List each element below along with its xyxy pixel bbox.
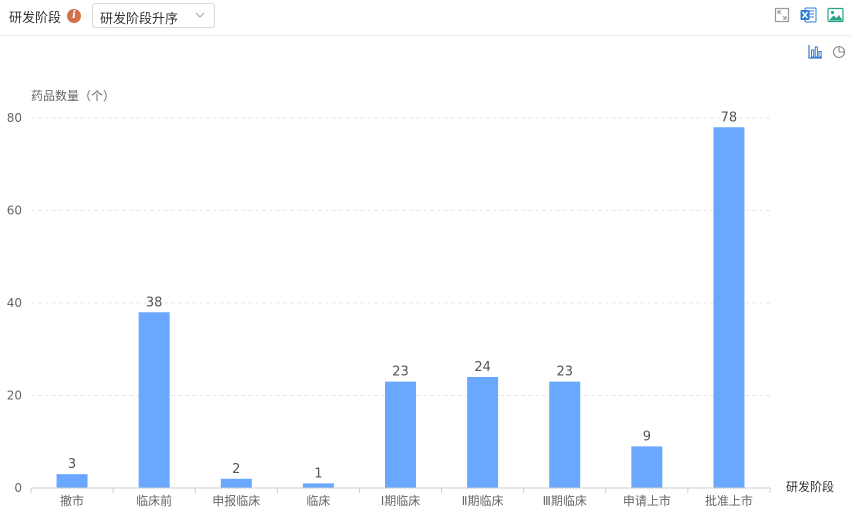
x-tick-label: Ⅰ期临床 — [381, 494, 421, 508]
bars — [56, 127, 745, 488]
bar-chart-icon[interactable] — [808, 44, 823, 59]
bar[interactable] — [385, 381, 416, 488]
data-label: 3 — [68, 457, 76, 472]
bar[interactable] — [549, 381, 581, 488]
x-tick-label: Ⅲ期临床 — [543, 494, 587, 508]
data-label: 24 — [474, 360, 491, 375]
grid-lines — [31, 117, 770, 396]
data-labels: 3 38 2 1 23 24 23 9 78 — [68, 110, 737, 481]
data-label: 23 — [392, 365, 409, 380]
info-icon[interactable]: i — [67, 9, 81, 23]
dimension-label: 研发阶段 — [9, 11, 62, 26]
data-label: 23 — [556, 365, 573, 380]
data-label: 9 — [643, 429, 651, 444]
sort-select-value: 研发阶段升序 — [100, 12, 179, 27]
data-label: 1 — [314, 466, 322, 481]
image-export-icon[interactable] — [827, 7, 844, 23]
y-tick-label: 20 — [7, 389, 22, 403]
x-tick-label: 临床前 — [136, 493, 172, 508]
x-tick-label: 撤市 — [60, 493, 84, 508]
bar[interactable] — [631, 446, 663, 488]
y-tick-label: 0 — [14, 481, 22, 495]
bar[interactable] — [138, 312, 170, 488]
y-axis-title: 药品数量（个） — [31, 88, 115, 103]
data-label: 2 — [232, 462, 240, 477]
chart-toolbar: 研发阶段 i 研发阶段升序 — [0, 0, 851, 36]
y-tick-label: 80 — [7, 111, 22, 125]
x-tick-label: 临床 — [306, 494, 330, 508]
x-axis-title: 研发阶段 — [786, 479, 834, 494]
x-tick-label: Ⅱ期临床 — [462, 494, 504, 508]
fullscreen-icon[interactable] — [774, 7, 790, 23]
bar[interactable] — [713, 127, 745, 488]
pie-chart-icon[interactable] — [832, 44, 847, 59]
axes: 0 20 40 60 80 撤市 临床前 申报临床 临床 Ⅰ期临床 Ⅱ期临床 Ⅲ期临床 申请上市 批准上市 — [7, 111, 771, 508]
x-tick-label: 申请上市 — [623, 493, 671, 508]
chevron-down-icon — [195, 12, 205, 18]
bar-chart: 药品数量（个） 研发阶段 3 38 2 1 23 24 23 9 78 0 20 40 60 80 撤市 临… — [7, 88, 834, 508]
excel-export-icon[interactable] — [800, 7, 817, 23]
bar[interactable] — [220, 478, 252, 488]
y-tick-label: 40 — [7, 296, 22, 310]
data-label: 78 — [721, 110, 738, 125]
data-label: 38 — [146, 295, 163, 310]
sort-select[interactable]: 研发阶段升序 — [92, 3, 215, 28]
bar[interactable] — [467, 377, 499, 488]
x-tick-label: 批准上市 — [705, 493, 753, 508]
y-tick-label: 60 — [7, 204, 22, 218]
bar[interactable] — [56, 474, 88, 488]
x-tick-label: 申报临床 — [212, 493, 260, 508]
bar[interactable] — [302, 483, 334, 488]
